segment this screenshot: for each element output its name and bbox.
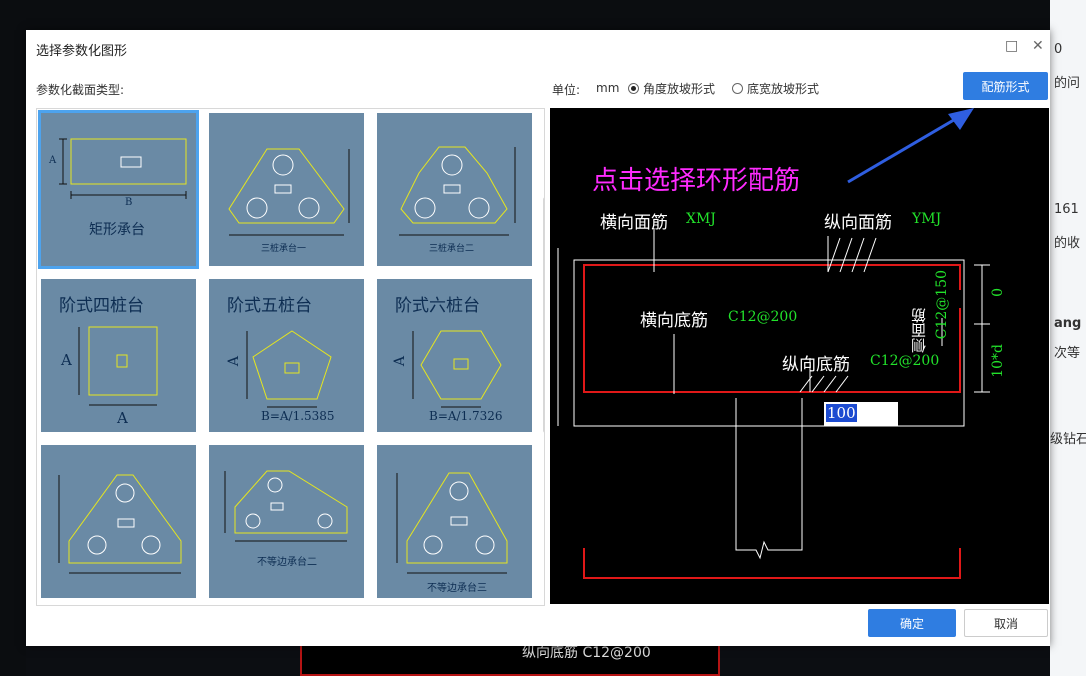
bg-text: 级钻石 <box>1050 432 1086 447</box>
top-transverse-label: 横向面筋 <box>600 213 668 233</box>
top-transverse-value: XMJ <box>686 211 716 227</box>
background-app-top <box>0 0 1086 30</box>
shape-unequal-cap-1[interactable] <box>41 445 196 598</box>
shape-label: 矩形承台 <box>89 222 145 238</box>
dim-a-label: A <box>392 355 409 367</box>
gallery-scrollbar[interactable] <box>543 197 544 433</box>
select-parametric-shape-dialog: 选择参数化图形 □ ✕ 参数化截面类型: 单位: mm 角度放坡形式 底宽放坡形… <box>26 30 1050 646</box>
shape-stepped-six-pile[interactable]: 阶式六桩台 A B=A/1.7326 <box>377 279 532 432</box>
bottom-transverse-label: 横向底筋 <box>640 311 708 331</box>
ok-button[interactable]: 确定 <box>868 609 956 637</box>
dim-a-label: A <box>226 355 243 367</box>
bottom-longitudinal-value: C12@200 <box>870 353 940 369</box>
radio-width-label: 底宽放坡形式 <box>747 82 820 96</box>
shape-label: 阶式六桩台 <box>395 296 480 316</box>
radio-checked-icon <box>628 83 639 94</box>
cancel-button[interactable]: 取消 <box>964 609 1048 637</box>
shape-stepped-four-pile[interactable]: 阶式四桩台 A A <box>41 279 196 432</box>
unequal-cap-2-drawing <box>224 470 348 542</box>
dimension-input-value: 100 <box>826 404 857 422</box>
radio-angle-label: 角度放坡形式 <box>643 82 716 96</box>
instruction-text: 点击选择环形配筋 <box>592 166 801 196</box>
dialog-title: 选择参数化图形 <box>36 44 128 59</box>
radio-width-slope[interactable]: 底宽放坡形式 <box>732 80 819 97</box>
bg-text: 的问 <box>1054 76 1081 91</box>
dim-zero-label: 0 <box>990 288 1006 297</box>
shape-label: 不等边承台二 <box>257 557 317 568</box>
unequal-cap-1-drawing <box>58 474 182 574</box>
unit-value: mm <box>596 81 620 95</box>
radio-angle-slope[interactable]: 角度放坡形式 <box>628 80 715 97</box>
bg-text: 次等 <box>1054 346 1081 361</box>
shape-label: 三桩承台二 <box>429 244 475 254</box>
side-rebar-value: C12@150 <box>934 270 950 340</box>
dim-a-label: A <box>49 155 57 166</box>
section-type-label: 参数化截面类型: <box>36 83 125 97</box>
rebar-form-button[interactable]: 配筋形式 <box>963 72 1048 100</box>
shape-label: 阶式四桩台 <box>59 296 144 316</box>
background-app-left <box>0 0 26 676</box>
radio-unchecked-icon <box>732 83 743 94</box>
shape-gallery: A B 矩形承台 三桩承台一 三桩承台二 阶式四桩台 A A 阶式五桩台 A B… <box>36 108 545 606</box>
bg-text: ang <box>1054 316 1082 331</box>
shape-label: 不等边承台三 <box>427 583 487 594</box>
top-longitudinal-value: YMJ <box>912 211 942 227</box>
dim-10d-label: 10*d <box>990 344 1006 378</box>
top-longitudinal-label: 纵向面筋 <box>824 213 892 233</box>
formula-label: B=A/1.5385 <box>261 409 335 423</box>
rebar-preview-canvas: 点击选择环形配筋 横向面筋 XMJ 纵向面筋 YMJ 横向底筋 C12@200 … <box>550 108 1049 604</box>
shape-stepped-five-pile[interactable]: 阶式五桩台 A B=A/1.5385 <box>209 279 364 432</box>
maximize-icon[interactable]: □ <box>1005 38 1018 54</box>
shape-three-pile-cap-1[interactable]: 三桩承台一 <box>209 113 364 266</box>
close-icon[interactable]: ✕ <box>1032 38 1044 54</box>
formula-label: B=A/1.7326 <box>429 409 503 423</box>
bg-text: 的收 <box>1054 236 1081 251</box>
dim-b-label: B <box>125 197 133 208</box>
unequal-cap-3-drawing <box>396 472 508 574</box>
background-app-right: 0 的问 161 的收 ang 次等 级钻石 <box>1050 0 1086 676</box>
unit-label: 单位: <box>552 83 581 97</box>
shape-label: 三桩承台一 <box>261 244 307 254</box>
side-rebar-label: 侧面筋 <box>910 308 928 353</box>
shape-unequal-cap-3[interactable]: 不等边承台三 <box>377 445 532 598</box>
shape-unequal-cap-2[interactable]: 不等边承台二 <box>209 445 364 598</box>
shape-rect-cap[interactable]: A B 矩形承台 <box>38 110 199 269</box>
rect-cap-drawing <box>59 138 187 199</box>
dim-a-label: A <box>61 351 72 369</box>
bottom-longitudinal-label: 纵向底筋 <box>782 355 850 375</box>
shape-three-pile-cap-2[interactable]: 三桩承台二 <box>377 113 532 266</box>
shape-label: 阶式五桩台 <box>227 296 312 316</box>
dimension-input-field[interactable]: 100 <box>824 402 898 426</box>
bottom-transverse-value: C12@200 <box>728 309 798 325</box>
bg-text: 0 <box>1054 42 1063 57</box>
dim-b-label: A <box>117 409 128 427</box>
bg-text: 161 <box>1054 202 1079 217</box>
